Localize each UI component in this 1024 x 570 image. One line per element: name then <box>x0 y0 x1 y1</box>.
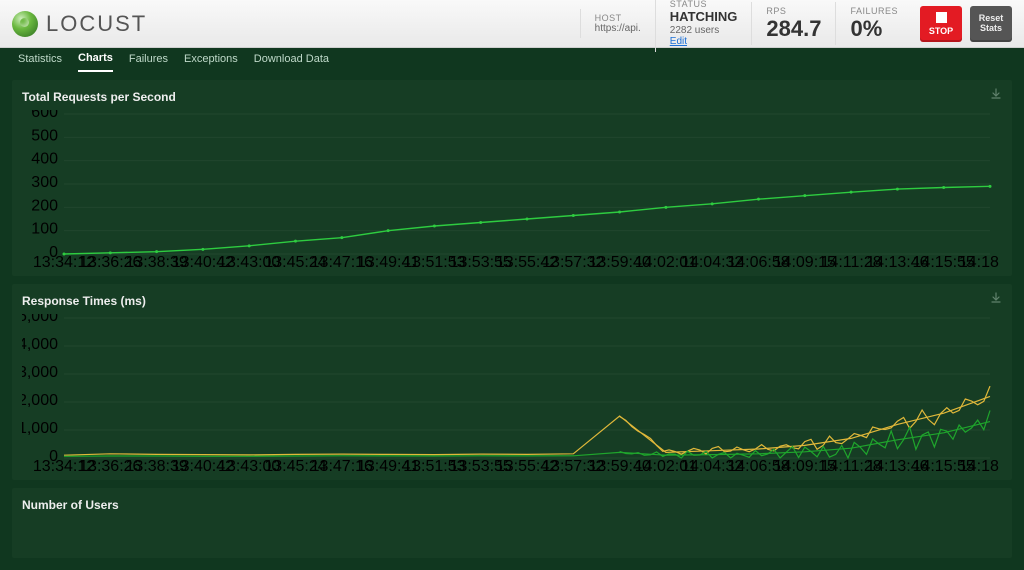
users-count: 2282 users <box>670 25 738 37</box>
panel-response-times: Response Times (ms) 01,0002,0003,0004,00… <box>12 284 1012 480</box>
svg-text:200: 200 <box>31 197 58 214</box>
status-value: HATCHING <box>670 10 738 25</box>
download-icon[interactable] <box>990 292 1002 304</box>
brand-text: LOCUST <box>46 11 147 37</box>
edit-link[interactable]: Edit <box>670 36 738 48</box>
tab-charts[interactable]: Charts <box>78 52 113 72</box>
svg-text:4,000: 4,000 <box>22 336 58 353</box>
reset-stats-button[interactable]: Reset Stats <box>970 6 1012 42</box>
rps-stat: RPS 284.7 <box>751 2 835 46</box>
chart-response-times: 01,0002,0003,0004,0005,00013:34:1213:36:… <box>22 314 1002 474</box>
svg-text:14:18:05: 14:18:05 <box>959 254 1000 270</box>
svg-text:3,000: 3,000 <box>22 364 58 381</box>
failures-label: FAILURES <box>850 6 898 16</box>
svg-text:400: 400 <box>31 151 58 168</box>
reset-label-2: Stats <box>980 24 1002 33</box>
panels: Total Requests per Second 01002003004005… <box>0 76 1024 570</box>
brand: LOCUST <box>12 11 147 37</box>
download-icon[interactable] <box>990 88 1002 100</box>
panel-rps: Total Requests per Second 01002003004005… <box>12 80 1012 276</box>
stop-icon <box>936 12 947 23</box>
status-stat: STATUS HATCHING 2282 users Edit <box>655 0 752 52</box>
host-label: HOST <box>595 13 641 23</box>
tab-statistics[interactable]: Statistics <box>18 53 62 71</box>
svg-text:500: 500 <box>31 127 58 144</box>
svg-text:100: 100 <box>31 221 58 238</box>
locust-logo-icon <box>12 11 38 37</box>
chart-rps: 010020030040050060013:34:1213:36:2613:38… <box>22 110 1002 270</box>
rps-value: 284.7 <box>766 16 821 41</box>
failures-value: 0% <box>850 16 898 41</box>
svg-text:600: 600 <box>31 110 58 121</box>
panel-rt-title: Response Times (ms) <box>22 294 1002 308</box>
topbar: LOCUST HOST https://api. STATUS HATCHING… <box>0 0 1024 48</box>
rps-label: RPS <box>766 6 821 16</box>
svg-text:1,000: 1,000 <box>22 420 58 437</box>
svg-text:2,000: 2,000 <box>22 392 58 409</box>
panel-rps-title: Total Requests per Second <box>22 90 1002 104</box>
stop-label: STOP <box>929 26 953 36</box>
nav-tabs: Statistics Charts Failures Exceptions Do… <box>0 48 1024 76</box>
panel-users-title: Number of Users <box>22 498 1002 512</box>
tab-failures[interactable]: Failures <box>129 53 168 71</box>
svg-text:14:18:05: 14:18:05 <box>959 458 1000 474</box>
tab-exceptions[interactable]: Exceptions <box>184 53 238 71</box>
tab-download-data[interactable]: Download Data <box>254 53 329 71</box>
svg-text:5,000: 5,000 <box>22 314 58 325</box>
stop-button[interactable]: STOP <box>920 6 962 42</box>
failures-stat: FAILURES 0% <box>835 2 912 46</box>
svg-text:300: 300 <box>31 174 58 191</box>
host-stat: HOST https://api. <box>580 9 655 39</box>
host-value: https://api. <box>595 23 641 35</box>
panel-users: Number of Users <box>12 488 1012 558</box>
